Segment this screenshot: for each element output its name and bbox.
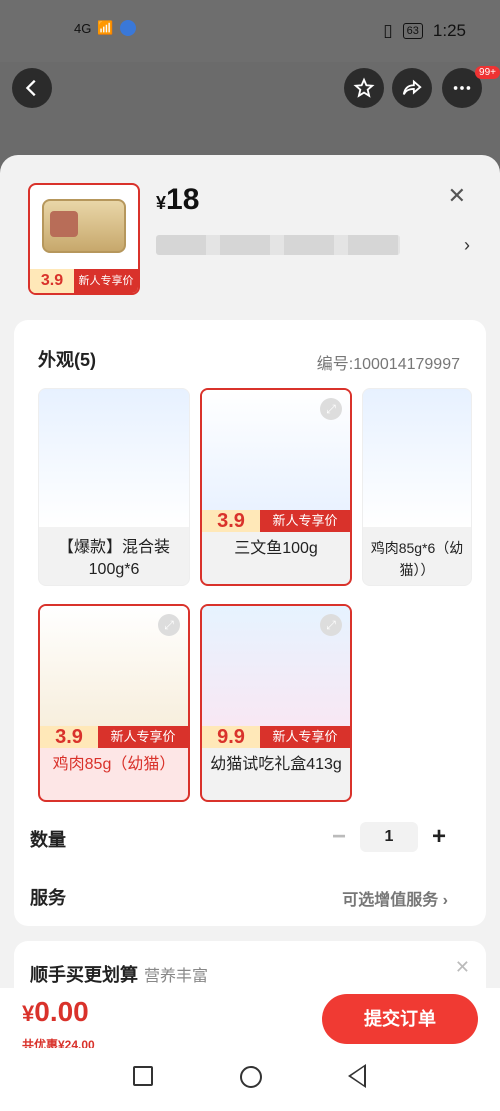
quantity-stepper[interactable]: − 1 +	[328, 822, 450, 852]
price-value: 18	[166, 183, 200, 216]
appearance-title: 外观(5)	[38, 350, 96, 370]
favorite-button[interactable]	[344, 68, 384, 108]
system-nav-bar	[0, 1048, 500, 1111]
vibrate-icon: ▯	[383, 21, 393, 40]
option-image	[363, 389, 471, 527]
status-right: ▯ 63 1:25	[383, 21, 466, 41]
top-nav: 99+	[0, 62, 500, 152]
blurred-address[interactable]	[156, 235, 400, 255]
option-price-bar: 3.9 新人专享价	[202, 510, 350, 532]
thumb-tag: 新人专享价	[74, 269, 138, 293]
option-label: 【爆款】混合装100g*6	[57, 539, 170, 578]
status-left: 4G 📶	[74, 20, 136, 36]
bundle-subtitle: 营养丰富	[144, 968, 209, 985]
expand-icon[interactable]: ⤢	[320, 614, 342, 636]
back-button[interactable]	[12, 68, 52, 108]
option-tile-chicken-kitten[interactable]: ⤢ 3.9 新人专享价 鸡肉85g（幼猫）	[38, 604, 190, 802]
checkout-bar: ¥0.00 共优惠¥24.00 提交订单	[0, 988, 500, 1052]
option-tile-mixed[interactable]: 【爆款】混合装100g*6	[38, 388, 190, 586]
option-tag: 新人专享价	[98, 726, 188, 748]
option-price-bar: 9.9 新人专享价	[202, 726, 350, 748]
product-price: ¥18	[156, 183, 199, 217]
back-triangle-icon[interactable]	[348, 1064, 366, 1088]
sku-number: 编号:100014179997	[316, 356, 460, 373]
plus-button[interactable]: +	[428, 823, 450, 851]
bundle-title-text: 顺手买更划算	[30, 965, 138, 985]
option-tile-kitten-giftbox[interactable]: ⤢ 9.9 新人专享价 幼猫试吃礼盒413g	[200, 604, 352, 802]
sku-selection-sheet: 3.9 新人专享价 ¥18 › ✕ 外观(5) 编号:100014179997 …	[0, 155, 500, 1111]
option-tile-chicken-6[interactable]: 鸡肉85g*6（幼猫））	[362, 388, 472, 586]
quantity-row: 数量 − 1 +	[30, 822, 470, 852]
share-icon	[402, 79, 422, 95]
option-price-bar: 3.9 新人专享价	[40, 726, 188, 748]
more-dots-icon	[453, 86, 471, 90]
share-button[interactable]	[392, 68, 432, 108]
wifi-icon: 📶	[97, 20, 114, 35]
expand-icon[interactable]: ⤢	[320, 398, 342, 420]
star-icon	[353, 77, 375, 98]
total-value: 0.00	[34, 996, 89, 1027]
app-notification-icon	[119, 20, 136, 36]
option-label: 鸡肉85g（幼猫）	[52, 756, 176, 773]
option-label: 幼猫试吃礼盒413g	[210, 756, 342, 773]
notification-badge: 99+	[475, 66, 500, 79]
total-currency: ¥	[22, 1001, 35, 1026]
options-card: 外观(5) 编号:100014179997 【爆款】混合装100g*6 ⤢ 3.…	[14, 320, 486, 926]
option-label: 三文鱼100g	[234, 540, 318, 557]
chevron-right-icon[interactable]: ›	[464, 235, 470, 256]
price-currency: ¥	[156, 193, 167, 213]
thumb-price-bar: 3.9 新人专享价	[30, 269, 138, 293]
battery-indicator: 63	[402, 23, 423, 39]
quantity-label: 数量	[30, 830, 66, 850]
product-thumbnail[interactable]: 3.9 新人专享价	[28, 183, 140, 295]
status-bar: 4G 📶 ▯ 63 1:25	[0, 0, 500, 62]
service-row[interactable]: 服务 可选增值服务 ›	[30, 882, 470, 912]
option-tag: 新人专享价	[260, 510, 350, 532]
clock: 1:25	[432, 21, 466, 40]
product-can-image	[42, 199, 126, 253]
option-price: 3.9	[40, 726, 98, 748]
sheet-header: 3.9 新人专享价 ¥18 › ✕	[0, 155, 500, 315]
option-price: 3.9	[202, 510, 260, 532]
quantity-input[interactable]: 1	[360, 822, 418, 852]
minus-button[interactable]: −	[328, 823, 350, 851]
option-price: 9.9	[202, 726, 260, 748]
submit-order-button[interactable]: 提交订单	[322, 994, 478, 1044]
option-image	[39, 389, 189, 527]
service-label: 服务	[30, 888, 66, 908]
back-arrow-icon	[25, 79, 36, 97]
option-tag: 新人专享价	[260, 726, 350, 748]
home-icon[interactable]	[240, 1066, 262, 1088]
service-value[interactable]: 可选增值服务 ›	[342, 886, 448, 910]
close-icon[interactable]: ✕	[455, 957, 470, 978]
expand-icon[interactable]: ⤢	[158, 614, 180, 636]
recents-icon[interactable]	[133, 1066, 153, 1086]
total-price: ¥0.00	[22, 996, 89, 1028]
option-label: 鸡肉85g*6（幼猫））	[370, 540, 464, 578]
thumb-price: 3.9	[30, 269, 74, 293]
signal-label: 4G	[74, 20, 92, 36]
close-icon[interactable]: ✕	[448, 183, 466, 209]
bundle-title: 顺手买更划算 营养丰富	[30, 961, 208, 987]
option-tile-salmon[interactable]: ⤢ 3.9 新人专享价 三文鱼100g	[200, 388, 352, 586]
